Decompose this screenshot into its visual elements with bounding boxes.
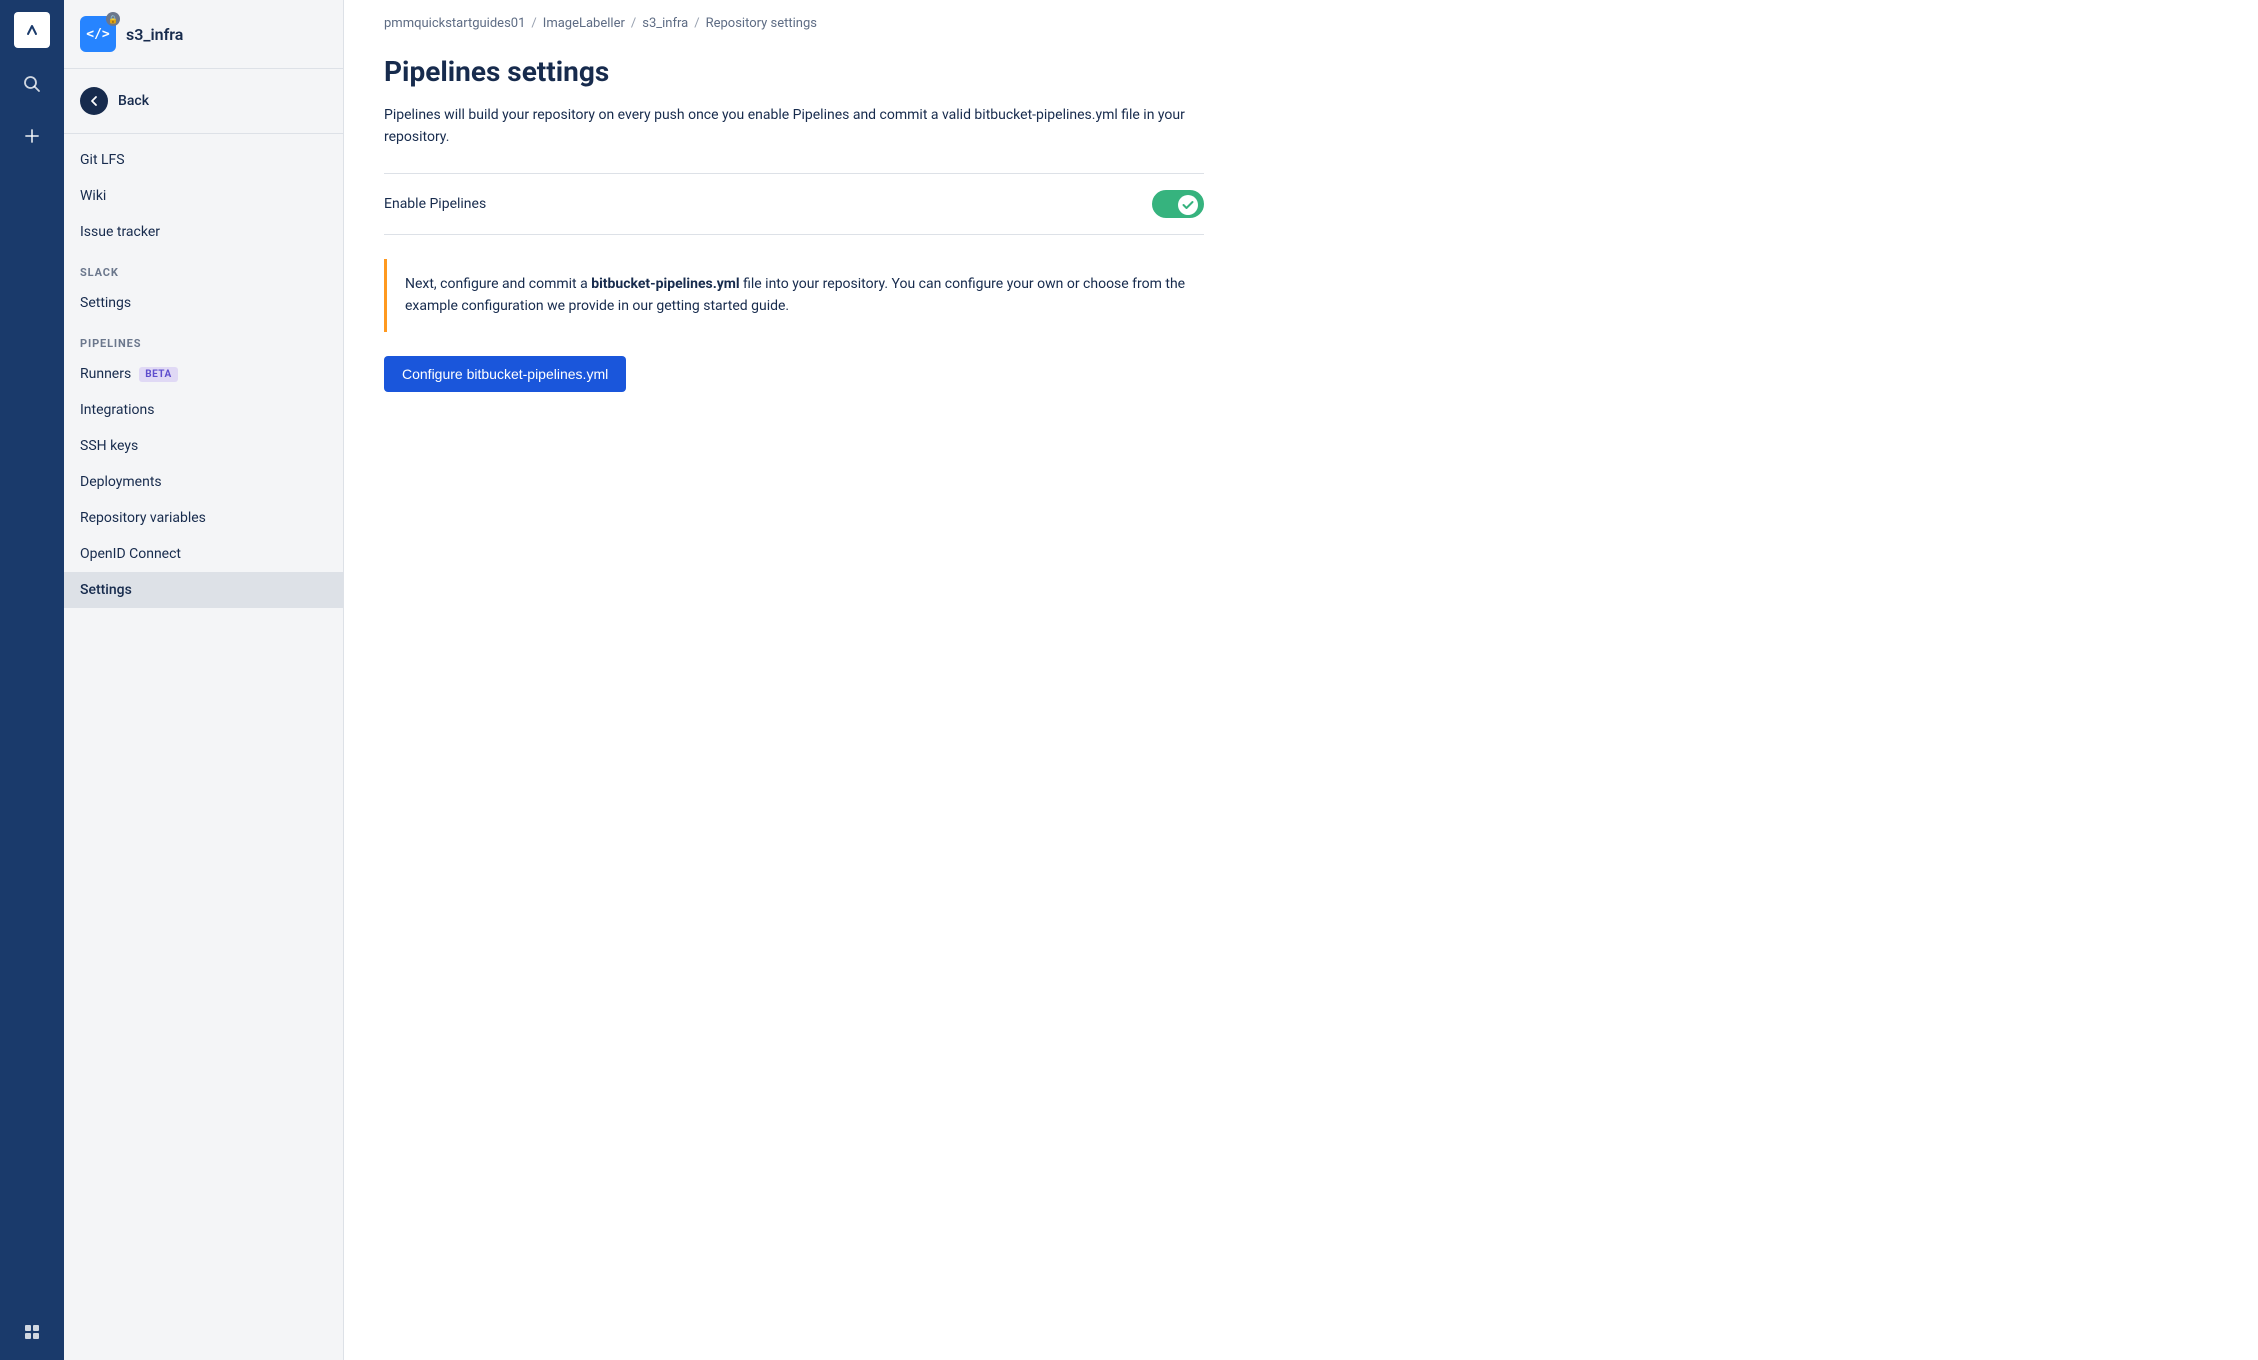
- pipelines-section-label: PIPELINES: [64, 321, 343, 356]
- global-add-icon[interactable]: [16, 120, 48, 152]
- wiki-label: Wiki: [80, 188, 106, 204]
- breadcrumb-repo[interactable]: s3_infra: [642, 16, 688, 31]
- breadcrumb-repo-parent[interactable]: ImageLabeller: [543, 16, 625, 31]
- repo-name: s3_infra: [126, 25, 183, 44]
- global-logo[interactable]: [14, 12, 50, 48]
- breadcrumb-sep-2: /: [631, 16, 636, 31]
- sidebar-header: </> 🔒 s3_infra: [64, 0, 343, 69]
- sidebar-item-ssh-keys[interactable]: SSH keys: [64, 428, 343, 464]
- info-box: Next, configure and commit a bitbucket-p…: [384, 259, 1204, 332]
- runners-label: Runners: [80, 366, 131, 382]
- global-nav: [0, 0, 64, 1360]
- configure-button[interactable]: Configure bitbucket-pipelines.yml: [384, 356, 626, 392]
- global-search-icon[interactable]: [16, 68, 48, 100]
- pipelines-settings-label: Settings: [80, 582, 132, 598]
- enable-pipelines-toggle[interactable]: [1152, 190, 1204, 218]
- git-lfs-label: Git LFS: [80, 152, 125, 168]
- repo-icon: </> 🔒: [80, 16, 116, 52]
- info-box-text: Next, configure and commit a bitbucket-p…: [405, 273, 1186, 318]
- sidebar-item-deployments[interactable]: Deployments: [64, 464, 343, 500]
- sidebar-item-pipelines-settings[interactable]: Settings: [64, 572, 343, 608]
- sidebar-item-slack-settings[interactable]: Settings: [64, 285, 343, 321]
- repo-variables-label: Repository variables: [80, 510, 206, 526]
- back-circle-icon: [80, 87, 108, 115]
- sidebar-item-wiki[interactable]: Wiki: [64, 178, 343, 214]
- lock-icon: 🔒: [106, 12, 120, 26]
- info-text-before: Next, configure and commit a: [405, 276, 591, 292]
- breadcrumb-sep-3: /: [694, 16, 699, 31]
- breadcrumb-sep-1: /: [531, 16, 536, 31]
- breadcrumb: pmmquickstartguides01 / ImageLabeller / …: [344, 0, 2258, 31]
- page-title: Pipelines settings: [384, 55, 1204, 88]
- openid-connect-label: OpenID Connect: [80, 546, 181, 562]
- sidebar: </> 🔒 s3_infra Back Git LFS Wiki Issue t…: [64, 0, 344, 1360]
- page-description: Pipelines will build your repository on …: [384, 104, 1204, 149]
- content-area: Pipelines settings Pipelines will build …: [344, 31, 1244, 432]
- beta-badge: BETA: [139, 367, 178, 382]
- sidebar-item-repo-variables[interactable]: Repository variables: [64, 500, 343, 536]
- back-label: Back: [118, 93, 149, 109]
- main-content: pmmquickstartguides01 / ImageLabeller / …: [344, 0, 2258, 1360]
- sidebar-item-openid-connect[interactable]: OpenID Connect: [64, 536, 343, 572]
- issue-tracker-label: Issue tracker: [80, 224, 160, 240]
- slack-settings-label: Settings: [80, 295, 131, 311]
- divider-top: [64, 133, 343, 134]
- integrations-label: Integrations: [80, 402, 154, 418]
- deployments-label: Deployments: [80, 474, 162, 490]
- info-text-bold: bitbucket-pipelines.yml: [591, 276, 739, 292]
- sidebar-item-runners[interactable]: Runners BETA: [64, 356, 343, 392]
- global-grid-icon[interactable]: [16, 1316, 48, 1348]
- back-button[interactable]: Back: [64, 77, 343, 125]
- toggle-thumb: [1178, 195, 1198, 215]
- slack-section-label: SLACK: [64, 250, 343, 285]
- breadcrumb-org[interactable]: pmmquickstartguides01: [384, 16, 525, 31]
- sidebar-item-git-lfs[interactable]: Git LFS: [64, 142, 343, 178]
- sidebar-nav: Back Git LFS Wiki Issue tracker SLACK Se…: [64, 69, 343, 1360]
- sidebar-item-issue-tracker[interactable]: Issue tracker: [64, 214, 343, 250]
- sidebar-item-integrations[interactable]: Integrations: [64, 392, 343, 428]
- toggle-track: [1152, 190, 1204, 218]
- enable-pipelines-label: Enable Pipelines: [384, 196, 486, 212]
- ssh-keys-label: SSH keys: [80, 438, 138, 454]
- enable-pipelines-row: Enable Pipelines: [384, 174, 1204, 235]
- breadcrumb-page: Repository settings: [706, 16, 817, 31]
